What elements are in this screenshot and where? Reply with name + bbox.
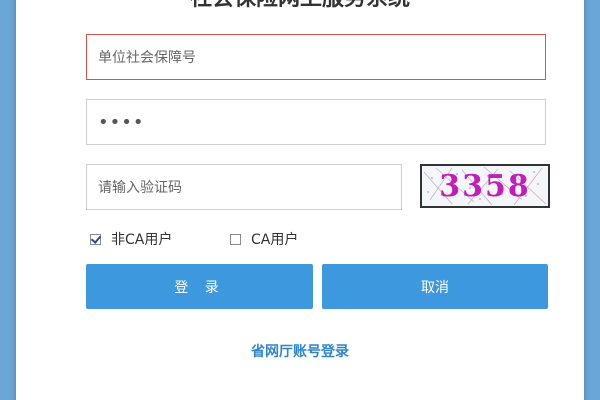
org-id-placeholder: 单位社会保障号 [98,50,196,66]
captcha-placeholder: 请输入验证码 [98,180,182,196]
non-ca-user-option[interactable]: 非CA用户 [90,229,172,249]
ca-user-option[interactable]: CA用户 [230,229,298,249]
password-value: •••• [98,111,145,133]
ca-checkbox[interactable] [230,233,241,245]
login-panel: 社会保险网上服务系统 单位社会保障号 •••• 请输入验证码 [16,0,584,400]
ca-label: CA用户 [251,232,299,248]
captcha-image[interactable]: 3358 [420,164,550,208]
captcha-input[interactable]: 请输入验证码 [86,164,402,210]
non-ca-label: 非CA用户 [111,232,173,248]
provincial-account-login-link[interactable]: 省网厅账号登录 [16,341,584,361]
login-button[interactable]: 登 录 [86,264,313,309]
non-ca-checkbox[interactable] [90,233,101,245]
cancel-button[interactable]: 取消 [322,264,548,309]
org-social-security-number-input[interactable]: 单位社会保障号 [86,34,546,80]
captcha-code: 3358 [439,169,531,204]
password-input[interactable]: •••• [86,99,546,145]
page-title: 社会保险网上服务系统 [16,0,584,12]
